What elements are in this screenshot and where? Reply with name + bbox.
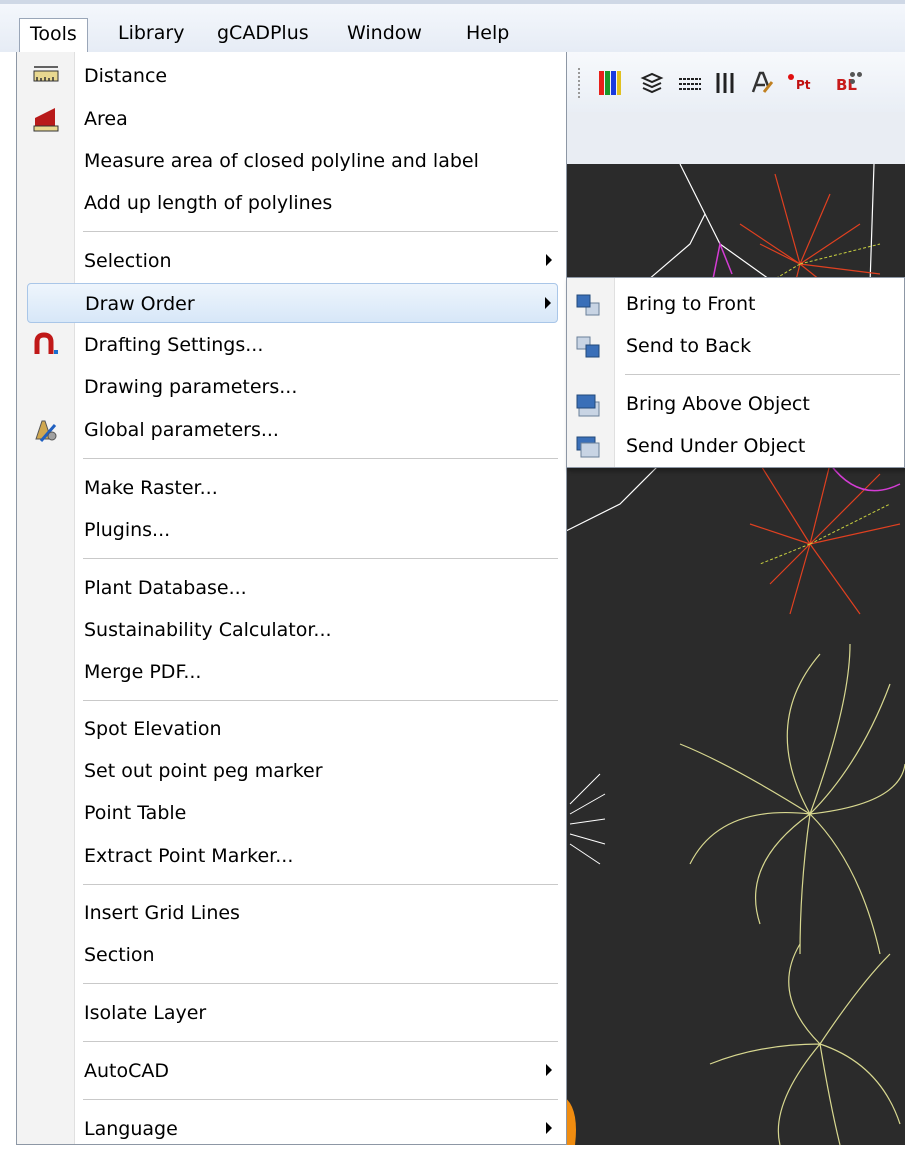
submenu-arrow-icon: [546, 1122, 552, 1134]
menu-item-drafting-settings[interactable]: Drafting Settings...: [27, 325, 558, 365]
block-icon[interactable]: BL: [834, 70, 864, 98]
menu-item-autocad-label: AutoCAD: [84, 1060, 170, 1082]
menu-separator: [83, 1099, 558, 1100]
submenu-item-send-to-back[interactable]: Send to Back: [567, 326, 904, 366]
menu-item-isolate-layer-label: Isolate Layer: [84, 1002, 207, 1024]
color-bars-icon[interactable]: [598, 70, 622, 96]
menu-help[interactable]: Help: [456, 18, 519, 48]
menu-separator: [83, 700, 558, 701]
menu-item-area[interactable]: Area: [27, 99, 558, 139]
menu-item-set-out-point-label: Set out point peg marker: [84, 760, 323, 782]
menu-item-drafting-settings-label: Drafting Settings...: [84, 334, 264, 356]
menu-item-make-raster-label: Make Raster...: [84, 477, 218, 499]
menu-item-language[interactable]: Language: [27, 1109, 558, 1149]
menu-item-draw-order[interactable]: Draw Order: [27, 283, 558, 323]
submenu-item-bring-to-front[interactable]: Bring to Front: [567, 284, 904, 324]
menu-separator: [83, 231, 558, 232]
draw-order-submenu: Bring to Front Send to Back Bring Above …: [566, 277, 905, 468]
menu-item-drawing-parameters-label: Drawing parameters...: [84, 376, 298, 398]
menu-separator: [83, 884, 558, 885]
submenu-item-send-under[interactable]: Send Under Object: [567, 426, 904, 466]
global-parameters-icon: [35, 420, 57, 442]
linetype-icon[interactable]: [678, 70, 702, 96]
submenu-arrow-icon: [546, 1064, 552, 1076]
area-icon: [33, 108, 59, 132]
menu-item-point-table[interactable]: Point Table: [27, 793, 558, 833]
menu-gcadplus[interactable]: gCADPlus: [207, 18, 319, 48]
columns-icon[interactable]: [714, 70, 738, 96]
menu-item-extract-point-label: Extract Point Marker...: [84, 845, 294, 867]
menu-item-area-label: Area: [84, 108, 128, 130]
menu-item-plant-database-label: Plant Database...: [84, 577, 247, 599]
bring-above-label: Bring Above Object: [626, 393, 810, 415]
send-to-back-label: Send to Back: [626, 335, 752, 357]
menu-item-distance[interactable]: Distance: [27, 56, 558, 96]
magnet-icon: [34, 332, 58, 354]
menu-item-measure-area-label: Measure area of closed polyline and labe…: [84, 150, 479, 172]
menu-item-spot-elevation[interactable]: Spot Elevation: [27, 709, 558, 749]
menu-separator: [83, 458, 558, 459]
submenu-arrow-icon: [545, 297, 551, 309]
menu-item-section[interactable]: Section: [27, 935, 558, 975]
menu-item-selection[interactable]: Selection: [27, 241, 558, 281]
point-icon-label: Pt: [796, 78, 811, 92]
bring-to-front-label: Bring to Front: [626, 293, 756, 315]
send-under-icon: [576, 436, 600, 458]
menu-item-global-parameters-label: Global parameters...: [84, 419, 279, 441]
menu-item-insert-grid-label: Insert Grid Lines: [84, 902, 240, 924]
menu-item-sustainability[interactable]: Sustainability Calculator...: [27, 610, 558, 650]
menu-item-distance-label: Distance: [84, 65, 168, 87]
menu-item-language-label: Language: [84, 1118, 178, 1140]
menu-library[interactable]: Library: [108, 18, 194, 48]
menu-item-add-length-label: Add up length of polylines: [84, 192, 333, 214]
menu-item-set-out-point[interactable]: Set out point peg marker: [27, 751, 558, 791]
distance-icon: [33, 66, 59, 82]
layers-icon[interactable]: [640, 70, 664, 96]
text-style-icon[interactable]: [750, 70, 774, 96]
send-to-back-icon: [576, 336, 600, 358]
menu-item-add-length[interactable]: Add up length of polylines: [27, 183, 558, 223]
menu-separator: [83, 558, 558, 559]
toolbar-strip: [560, 112, 905, 166]
menu-item-plant-database[interactable]: Plant Database...: [27, 568, 558, 608]
bring-above-icon: [576, 394, 600, 417]
menu-item-extract-point[interactable]: Extract Point Marker...: [27, 836, 558, 876]
menu-item-drawing-parameters[interactable]: Drawing parameters...: [27, 367, 558, 407]
menu-item-measure-area[interactable]: Measure area of closed polyline and labe…: [27, 141, 558, 181]
menu-bar: Tools Library gCADPlus Window Help: [0, 0, 905, 58]
point-icon[interactable]: Pt: [788, 74, 818, 96]
menu-item-merge-pdf[interactable]: Merge PDF...: [27, 652, 558, 692]
submenu-arrow-icon: [546, 254, 552, 266]
menu-window[interactable]: Window: [337, 18, 432, 48]
menu-item-insert-grid[interactable]: Insert Grid Lines: [27, 893, 558, 933]
submenu-item-bring-above[interactable]: Bring Above Object: [567, 384, 904, 424]
toolbar-grip: [578, 68, 582, 98]
menu-item-plugins[interactable]: Plugins...: [27, 510, 558, 550]
menu-item-selection-label: Selection: [84, 250, 172, 272]
menu-item-section-label: Section: [84, 944, 155, 966]
bring-to-front-icon: [576, 294, 600, 316]
menu-item-draw-order-label: Draw Order: [85, 293, 195, 315]
menu-item-merge-pdf-label: Merge PDF...: [84, 661, 202, 683]
menu-item-autocad[interactable]: AutoCAD: [27, 1051, 558, 1091]
menu-item-global-parameters[interactable]: Global parameters...: [27, 410, 558, 450]
menu-separator: [83, 1041, 558, 1042]
menu-item-spot-elevation-label: Spot Elevation: [84, 718, 222, 740]
send-under-label: Send Under Object: [626, 435, 806, 457]
menu-item-make-raster[interactable]: Make Raster...: [27, 468, 558, 508]
submenu-separator: [625, 374, 900, 375]
menu-item-point-table-label: Point Table: [84, 802, 187, 824]
menu-separator: [83, 983, 558, 984]
tools-menu: Distance Area Measure area of closed pol…: [16, 52, 567, 1145]
menu-item-plugins-label: Plugins...: [84, 519, 171, 541]
menu-item-sustainability-label: Sustainability Calculator...: [84, 619, 332, 641]
menu-item-isolate-layer[interactable]: Isolate Layer: [27, 993, 558, 1033]
